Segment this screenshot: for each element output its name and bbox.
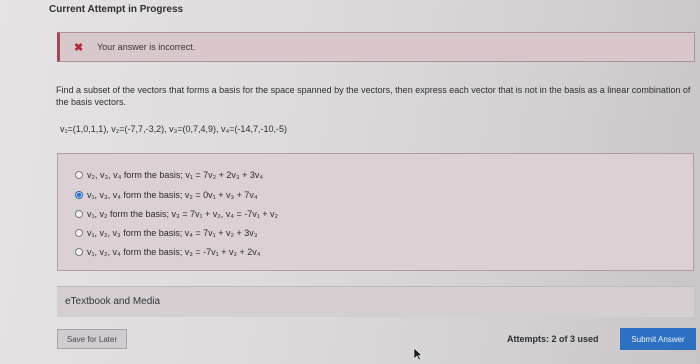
feedback-message: Your answer is incorrect. (97, 42, 196, 52)
feedback-banner: ✖ Your answer is incorrect. (57, 32, 695, 62)
mouse-cursor-icon (413, 347, 423, 361)
answer-option-4[interactable]: v₁, v₂, v₃ form the basis; v₄ = 7v₁ + v₂… (75, 226, 257, 239)
vector-list: v₁=(1,0,1,1), v₂=(-7,7,-3,2), v₃=(0,7,4,… (60, 124, 287, 134)
radio-button[interactable] (75, 170, 83, 179)
answer-option-1[interactable]: v₂, v₃, v₄ form the basis; v₁ = 7v₂ + 2v… (75, 168, 263, 181)
radio-button[interactable] (75, 228, 83, 237)
radio-button-selected[interactable] (75, 190, 83, 199)
radio-button[interactable] (75, 247, 83, 256)
etextbook-media-label[interactable]: eTextbook and Media (65, 296, 160, 307)
answer-option-3[interactable]: v₁, v₂ form the basis; v₃ = 7v₁ + v₂, v₄… (75, 207, 278, 220)
answer-option-5[interactable]: v₁, v₂, v₄ form the basis; v₃ = -7v₁ + v… (75, 245, 260, 258)
radio-button[interactable] (75, 209, 83, 218)
answer-option-2[interactable]: v₁, v₃, v₄ form the basis; v₂ = 0v₁ + v₃… (75, 188, 258, 201)
attempt-status-heading: Current Attempt in Progress (49, 4, 184, 15)
answer-options: v₂, v₃, v₄ form the basis; v₁ = 7v₂ + 2v… (57, 153, 694, 271)
etextbook-media-section[interactable]: eTextbook and Media (57, 286, 694, 317)
option-label: v₁, v₃, v₄ form the basis; v₂ = 0v₁ + v₃… (87, 189, 258, 200)
question-prompt: Find a subset of the vectors that forms … (56, 85, 691, 107)
close-icon: ✖ (74, 42, 84, 54)
option-label: v₁, v₂, v₄ form the basis; v₃ = -7v₁ + v… (87, 246, 261, 257)
attempts-counter: Attempts: 2 of 3 used (507, 334, 599, 344)
option-label: v₂, v₃, v₄ form the basis; v₁ = 7v₂ + 2v… (87, 169, 264, 180)
option-label: v₁, v₂ form the basis; v₃ = 7v₁ + v₂, v₄… (87, 208, 278, 219)
save-for-later-button[interactable]: Save for Later (57, 329, 127, 349)
option-label: v₁, v₂, v₃ form the basis; v₄ = 7v₁ + v₂… (87, 227, 258, 238)
submit-answer-button[interactable]: Submit Answer (620, 328, 696, 350)
